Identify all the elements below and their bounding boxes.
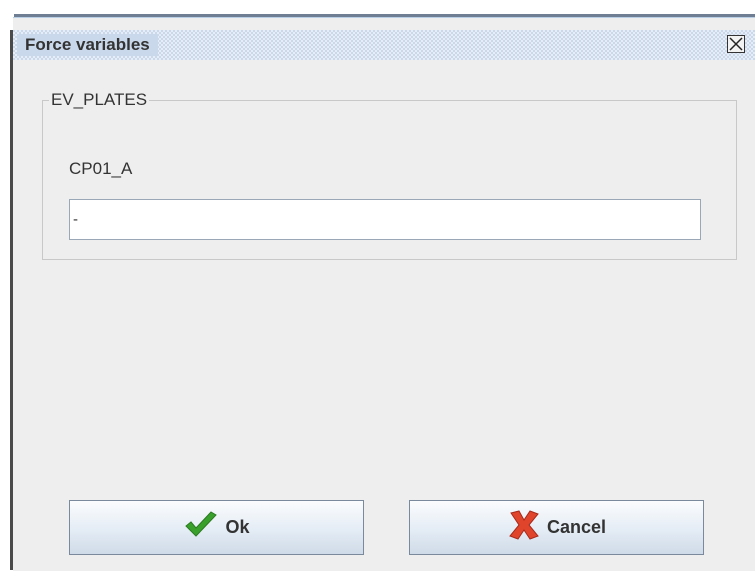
cp01-a-input[interactable] (69, 199, 701, 240)
ev-plates-group: EV_PLATES CP01_A (42, 90, 737, 260)
cancel-button[interactable]: Cancel (409, 500, 704, 555)
ok-button-label: Ok (225, 517, 250, 537)
dialog-titlebar[interactable]: Force variables (13, 30, 755, 60)
close-icon (729, 37, 743, 51)
force-variables-dialog: Force variables EV_PLATES CP01_A Ok (13, 17, 755, 571)
ok-button[interactable]: Ok (69, 500, 364, 555)
checkmark-icon (183, 511, 219, 544)
cp01-a-label: CP01_A (69, 159, 133, 178)
cancel-button-label: Cancel (546, 517, 607, 537)
dialog-title: Force variables (17, 34, 158, 56)
dialog-content: EV_PLATES CP01_A Ok Cancel (13, 60, 755, 571)
close-button[interactable] (727, 35, 745, 53)
red-x-icon (507, 509, 541, 546)
group-legend: EV_PLATES (49, 90, 150, 110)
